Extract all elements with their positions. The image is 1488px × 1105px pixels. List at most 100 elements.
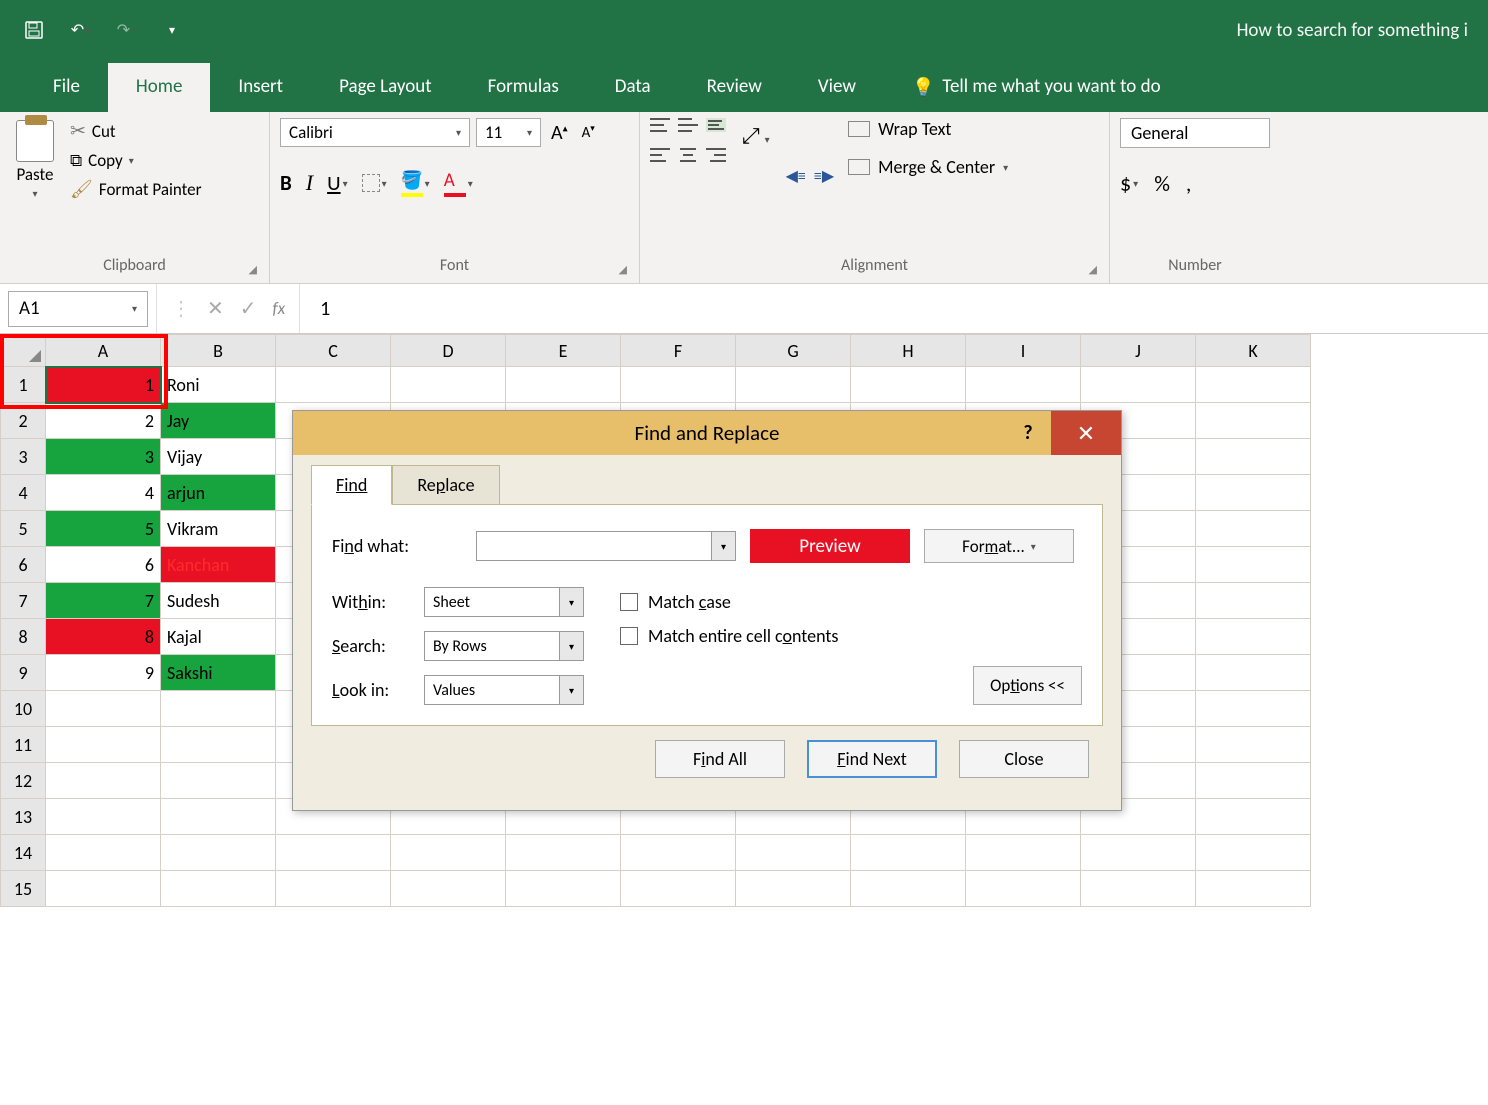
cell[interactable] bbox=[1196, 547, 1311, 583]
font-name-select[interactable]: Calibri▾ bbox=[280, 118, 470, 147]
name-box-resize-icon[interactable]: ⋮ bbox=[171, 296, 191, 321]
cell[interactable] bbox=[391, 367, 506, 403]
copy-button[interactable]: ⧉Copy ▾ bbox=[66, 148, 206, 173]
cell[interactable] bbox=[1196, 403, 1311, 439]
cell[interactable] bbox=[46, 727, 161, 763]
tab-view[interactable]: View bbox=[790, 63, 884, 112]
cell[interactable] bbox=[1196, 835, 1311, 871]
column-header[interactable]: A bbox=[46, 335, 161, 367]
redo-button[interactable]: ↷ ▾ bbox=[112, 16, 140, 44]
close-button[interactable]: Close bbox=[959, 740, 1089, 778]
row-header[interactable]: 2 bbox=[1, 403, 46, 439]
cell[interactable] bbox=[506, 367, 621, 403]
row-header[interactable]: 4 bbox=[1, 475, 46, 511]
cell[interactable] bbox=[161, 691, 276, 727]
cell[interactable] bbox=[46, 835, 161, 871]
cell[interactable]: Kajal bbox=[161, 619, 276, 655]
row-header[interactable]: 12 bbox=[1, 763, 46, 799]
dialog-titlebar[interactable]: Find and Replace ? ✕ bbox=[293, 411, 1121, 455]
find-all-button[interactable]: Find All bbox=[655, 740, 785, 778]
cell[interactable] bbox=[851, 871, 966, 907]
accounting-format-button[interactable]: $ ▾ bbox=[1120, 170, 1138, 197]
cell[interactable] bbox=[276, 835, 391, 871]
paste-button[interactable]: Paste ▾ bbox=[10, 118, 60, 252]
cell[interactable] bbox=[1196, 511, 1311, 547]
search-select[interactable]: By Rows▾ bbox=[424, 631, 584, 661]
cell[interactable] bbox=[161, 727, 276, 763]
tab-data[interactable]: Data bbox=[587, 63, 679, 112]
cell[interactable]: 5 bbox=[46, 511, 161, 547]
find-what-combo[interactable]: ▾ bbox=[476, 531, 736, 561]
row-header[interactable]: 8 bbox=[1, 619, 46, 655]
clipboard-launcher-icon[interactable]: ◢ bbox=[249, 263, 257, 276]
underline-button[interactable]: U ▾ bbox=[327, 170, 348, 196]
cell[interactable] bbox=[1196, 655, 1311, 691]
cell[interactable] bbox=[621, 871, 736, 907]
row-header[interactable]: 1 bbox=[1, 367, 46, 403]
align-bottom-button[interactable] bbox=[706, 118, 726, 132]
row-header[interactable]: 3 bbox=[1, 439, 46, 475]
cell[interactable] bbox=[736, 367, 851, 403]
percent-format-button[interactable]: % bbox=[1154, 170, 1170, 197]
cell[interactable] bbox=[46, 871, 161, 907]
cell[interactable] bbox=[966, 871, 1081, 907]
merge-center-button[interactable]: Merge & Center ▾ bbox=[848, 156, 1008, 178]
cell[interactable] bbox=[1081, 871, 1196, 907]
italic-button[interactable]: I bbox=[306, 170, 313, 196]
preview-button[interactable]: Preview bbox=[750, 529, 910, 563]
cell[interactable]: 2 bbox=[46, 403, 161, 439]
tell-me-search[interactable]: 💡Tell me what you want to do bbox=[884, 63, 1189, 112]
wrap-text-button[interactable]: Wrap Text bbox=[848, 118, 1008, 140]
cell[interactable]: Roni bbox=[161, 367, 276, 403]
row-header[interactable]: 5 bbox=[1, 511, 46, 547]
tab-formulas[interactable]: Formulas bbox=[460, 63, 587, 112]
find-what-input[interactable] bbox=[477, 536, 711, 557]
borders-button[interactable]: ▾ bbox=[362, 174, 387, 192]
cell[interactable] bbox=[46, 799, 161, 835]
cell[interactable] bbox=[161, 763, 276, 799]
row-header[interactable]: 9 bbox=[1, 655, 46, 691]
find-what-dropdown-button[interactable]: ▾ bbox=[711, 532, 735, 560]
cell[interactable] bbox=[851, 835, 966, 871]
column-header[interactable]: I bbox=[966, 335, 1081, 367]
cell[interactable] bbox=[1196, 727, 1311, 763]
font-color-button[interactable]: A ▾ bbox=[444, 169, 473, 197]
decrease-indent-button[interactable]: ◀≡ bbox=[786, 166, 806, 186]
number-format-select[interactable]: General bbox=[1120, 118, 1270, 148]
replace-tab[interactable]: Replace bbox=[392, 465, 499, 505]
find-next-button[interactable]: Find Next bbox=[807, 740, 937, 778]
lookin-select[interactable]: Values▾ bbox=[424, 675, 584, 705]
cell[interactable]: Jay bbox=[161, 403, 276, 439]
cell[interactable] bbox=[276, 367, 391, 403]
cell[interactable]: 8 bbox=[46, 619, 161, 655]
cell[interactable]: 1 bbox=[46, 367, 161, 403]
match-case-checkbox[interactable] bbox=[620, 593, 638, 611]
format-painter-button[interactable]: 🖌Format Painter bbox=[66, 176, 206, 202]
font-size-select[interactable]: 11▾ bbox=[476, 118, 541, 147]
cell[interactable] bbox=[1081, 367, 1196, 403]
orientation-button[interactable]: ⤢ ▾ bbox=[742, 122, 770, 149]
cell[interactable] bbox=[1081, 835, 1196, 871]
cell[interactable] bbox=[1196, 367, 1311, 403]
cancel-formula-button[interactable]: ✕ bbox=[207, 296, 224, 321]
cell[interactable] bbox=[966, 835, 1081, 871]
cell[interactable] bbox=[1196, 439, 1311, 475]
cell[interactable]: 6 bbox=[46, 547, 161, 583]
align-center-button[interactable] bbox=[678, 148, 698, 162]
cell[interactable]: 4 bbox=[46, 475, 161, 511]
align-right-button[interactable] bbox=[706, 148, 726, 162]
cell[interactable] bbox=[161, 835, 276, 871]
cell[interactable] bbox=[621, 367, 736, 403]
options-button[interactable]: Options << bbox=[973, 666, 1082, 705]
column-header[interactable]: G bbox=[736, 335, 851, 367]
cell[interactable] bbox=[1196, 691, 1311, 727]
cell[interactable] bbox=[276, 871, 391, 907]
column-header[interactable]: K bbox=[1196, 335, 1311, 367]
align-left-button[interactable] bbox=[650, 148, 670, 162]
tab-insert[interactable]: Insert bbox=[210, 63, 311, 112]
column-header[interactable]: E bbox=[506, 335, 621, 367]
row-header[interactable]: 6 bbox=[1, 547, 46, 583]
cell[interactable] bbox=[1196, 763, 1311, 799]
cell[interactable]: 3 bbox=[46, 439, 161, 475]
column-header[interactable]: H bbox=[851, 335, 966, 367]
